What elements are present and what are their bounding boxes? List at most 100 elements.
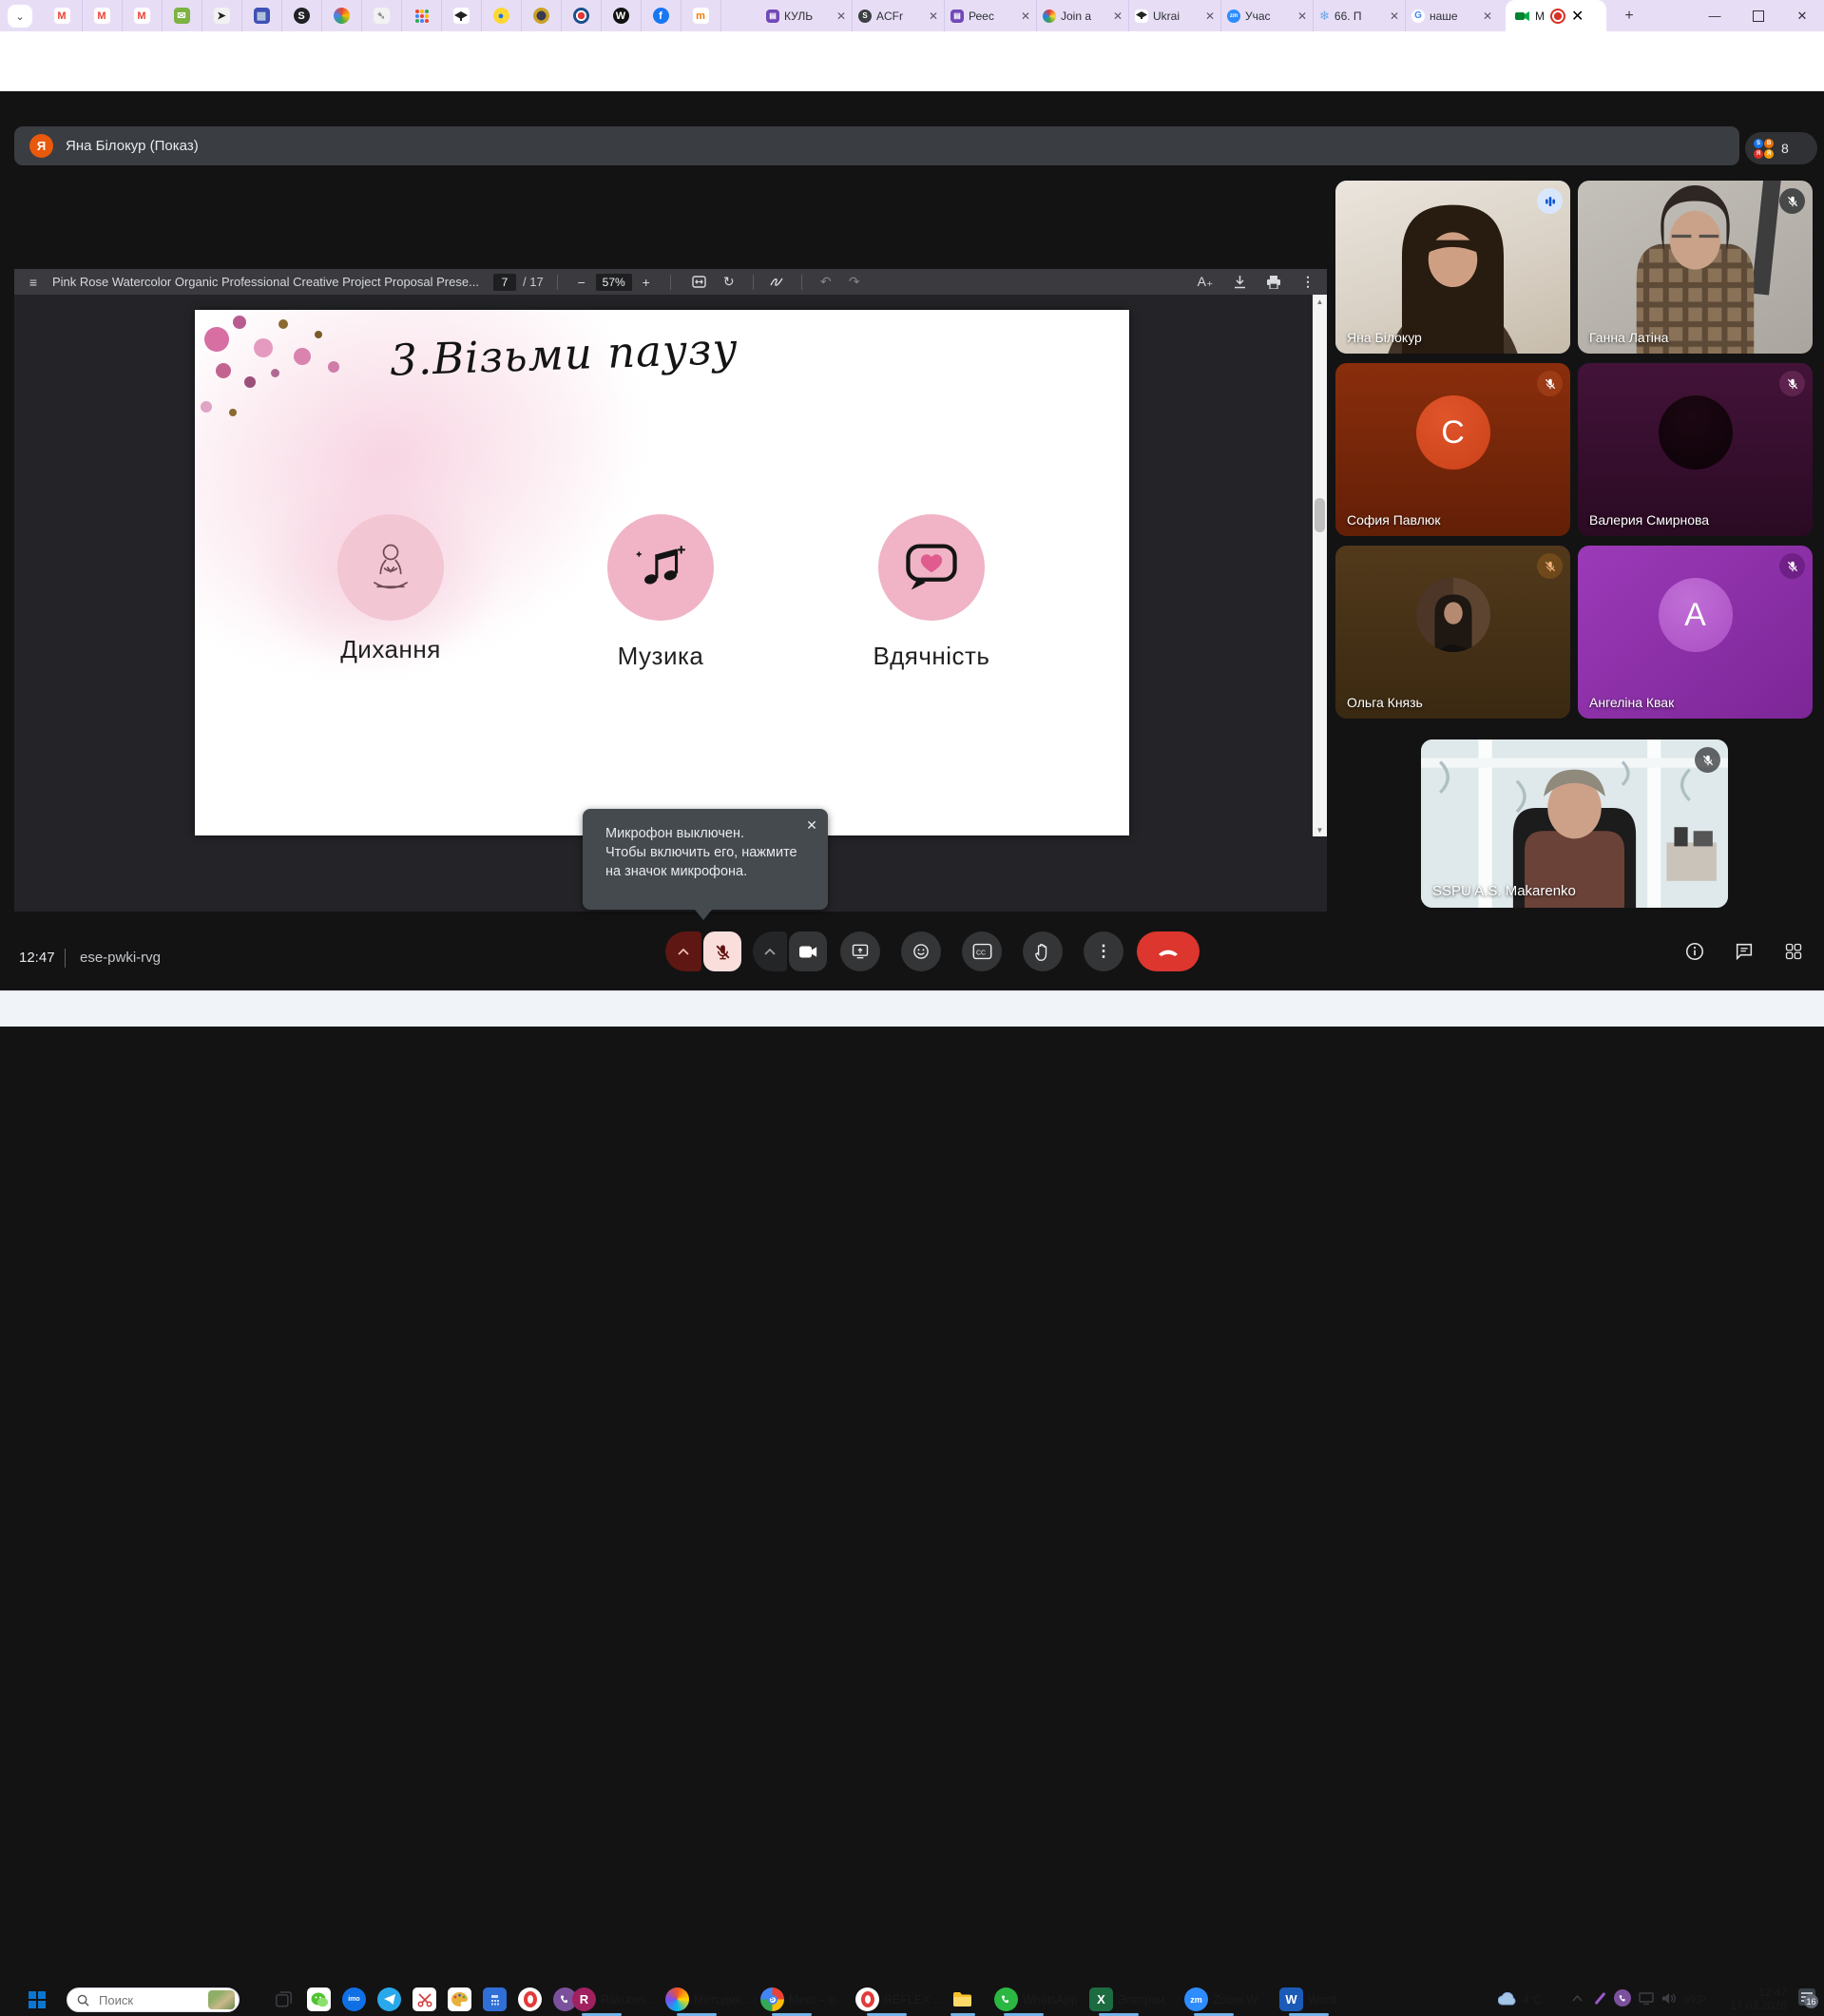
opera-icon[interactable] bbox=[518, 1987, 542, 2011]
more-options-button[interactable]: ⋮ bbox=[1084, 931, 1123, 971]
wechat-icon[interactable] bbox=[307, 1987, 331, 2011]
tooltip-close-icon[interactable]: ✕ bbox=[803, 816, 820, 834]
pinned-tab-facebook[interactable]: f bbox=[641, 0, 682, 31]
chat-button[interactable] bbox=[1732, 939, 1757, 964]
participants-count-badge[interactable]: S В Я Я 8 bbox=[1745, 132, 1817, 164]
weather-cloud-icon[interactable] bbox=[1498, 1989, 1517, 2008]
mic-toggle-button[interactable] bbox=[703, 931, 741, 971]
pinned-tab-cursor[interactable]: ➤ bbox=[202, 0, 242, 31]
zoom-out-button[interactable]: − bbox=[571, 275, 592, 290]
tray-clock[interactable]: 12:47 17.03.2026 bbox=[1722, 1986, 1787, 2012]
pinned-tab-mail[interactable]: ✉ bbox=[162, 0, 202, 31]
participant-tile-hanna[interactable]: Ганна Латіна bbox=[1578, 181, 1813, 354]
file-explorer-icon[interactable] bbox=[950, 1987, 974, 2011]
chrome-meet-icon[interactable]: S bbox=[760, 1987, 784, 2011]
raise-hand-button[interactable] bbox=[1023, 931, 1063, 971]
tab-nashe[interactable]: G наше ✕ bbox=[1406, 0, 1498, 31]
pdf-scrollbar[interactable]: ▲ ▼ bbox=[1313, 295, 1327, 836]
undo-icon[interactable]: ↶ bbox=[812, 274, 840, 290]
tab-acfr[interactable]: S ACFr ✕ bbox=[853, 0, 945, 31]
tab-close-icon[interactable]: ✕ bbox=[836, 10, 846, 23]
opera-reflex-icon[interactable] bbox=[855, 1987, 879, 2011]
start-button[interactable] bbox=[25, 1987, 48, 2011]
tab-close-icon[interactable]: ✕ bbox=[1021, 10, 1030, 23]
calculator-icon[interactable] bbox=[483, 1987, 507, 2011]
tab-ukrai[interactable]: Ukrai ✕ bbox=[1129, 0, 1221, 31]
tab-close-icon[interactable]: ✕ bbox=[1390, 10, 1399, 23]
pinned-tab-target[interactable] bbox=[561, 0, 602, 31]
participant-tile-olga[interactable]: Ольга Князь bbox=[1335, 546, 1570, 719]
add-text-icon[interactable]: A₊ bbox=[1191, 274, 1219, 290]
tab-uchas[interactable]: zm Учас ✕ bbox=[1221, 0, 1314, 31]
end-call-button[interactable] bbox=[1137, 931, 1200, 971]
zoom-icon[interactable]: zm bbox=[1184, 1987, 1208, 2011]
tab-close-icon[interactable]: ✕ bbox=[1483, 10, 1492, 23]
tab-rees[interactable]: ▤ Реес ✕ bbox=[945, 0, 1037, 31]
notification-center-button[interactable]: 16 bbox=[1798, 1988, 1818, 2008]
scroll-up-icon[interactable]: ▲ bbox=[1313, 295, 1327, 308]
task-view-button[interactable] bbox=[272, 1987, 296, 2011]
pinned-tab-app[interactable]: ▦ bbox=[241, 0, 282, 31]
excel-icon[interactable]: X bbox=[1089, 1987, 1113, 2011]
tab-search-button[interactable]: ⌄ bbox=[8, 5, 32, 28]
pinned-tab-gmail[interactable]: M bbox=[82, 0, 123, 31]
camera-toggle-button[interactable] bbox=[789, 931, 827, 971]
pdf-menu-icon[interactable]: ≡ bbox=[14, 275, 52, 290]
taskbar-app-whatsapp[interactable]: WhatsApp bbox=[1023, 1993, 1078, 2006]
participant-tile-yana[interactable]: Яна Білокур bbox=[1335, 181, 1570, 354]
scroll-down-icon[interactable]: ▼ bbox=[1313, 823, 1327, 836]
taskbar-app-word[interactable]: Word bbox=[1308, 1993, 1336, 2006]
present-button[interactable] bbox=[840, 931, 880, 971]
taskbar-app-zoom[interactable]: Zoom W... bbox=[1213, 1993, 1267, 2006]
scrollbar-thumb[interactable] bbox=[1315, 498, 1325, 532]
search-highlight-thumbnail[interactable] bbox=[208, 1990, 235, 2009]
participant-tile-sofia[interactable]: C София Павлюк bbox=[1335, 363, 1570, 536]
window-close-button[interactable]: ✕ bbox=[1780, 0, 1824, 31]
annotate-pen-icon[interactable] bbox=[763, 276, 792, 288]
pinned-tab-w[interactable]: W bbox=[601, 0, 642, 31]
taskbar-app-metodik[interactable]: Методик... bbox=[694, 1993, 751, 2006]
tray-chevron-up-icon[interactable] bbox=[1568, 1989, 1585, 2006]
participant-tile-sspu[interactable]: SSPU A.S. Makarenko bbox=[1421, 739, 1728, 908]
rakuten-icon[interactable]: R bbox=[572, 1987, 596, 2011]
word-icon[interactable]: W bbox=[1279, 1987, 1303, 2011]
tray-temperature[interactable]: 4°C bbox=[1523, 1993, 1542, 2006]
pinned-tab-feather[interactable]: ➴ bbox=[361, 0, 402, 31]
tray-network-icon[interactable] bbox=[1637, 1989, 1656, 2006]
tab-meet-active[interactable]: M ✕ bbox=[1506, 0, 1606, 31]
taskbar-search[interactable] bbox=[67, 1987, 240, 2012]
taskbar-app-excel[interactable]: Элетрон... bbox=[1118, 1993, 1174, 2006]
meeting-details-button[interactable] bbox=[1682, 939, 1707, 964]
tab-close-icon[interactable]: ✕ bbox=[1113, 10, 1123, 23]
pinned-tab-dots[interactable] bbox=[401, 0, 442, 31]
download-icon[interactable] bbox=[1225, 275, 1254, 289]
tab-kul[interactable]: ▤ КУЛЬ ✕ bbox=[760, 0, 853, 31]
camera-options-button[interactable] bbox=[753, 931, 787, 971]
paint-icon[interactable] bbox=[448, 1987, 471, 2011]
snipping-tool-icon[interactable] bbox=[413, 1987, 436, 2011]
participant-tile-valeria[interactable]: Валерия Смирнова bbox=[1578, 363, 1813, 536]
tab-join[interactable]: Join a ✕ bbox=[1037, 0, 1129, 31]
window-maximize-button[interactable] bbox=[1737, 0, 1780, 31]
taskbar-app-rakuten[interactable]: Rakuten ... bbox=[601, 1993, 658, 2006]
pinned-tab-graduation[interactable] bbox=[441, 0, 482, 31]
tab-close-icon[interactable]: ✕ bbox=[1571, 7, 1584, 26]
reactions-button[interactable] bbox=[901, 931, 941, 971]
tray-viber-icon[interactable] bbox=[1614, 1989, 1631, 2006]
mic-options-button[interactable] bbox=[665, 931, 701, 971]
tab-close-icon[interactable]: ✕ bbox=[929, 10, 938, 23]
pinned-tab-moodle[interactable]: m bbox=[681, 0, 721, 31]
pinned-tab-pin[interactable]: ● bbox=[481, 0, 522, 31]
zoom-in-button[interactable]: + bbox=[636, 275, 657, 290]
tray-language[interactable]: УКР bbox=[1684, 1993, 1706, 2006]
captions-button[interactable]: CC bbox=[962, 931, 1002, 971]
pinned-tab-gmail[interactable]: M bbox=[42, 0, 83, 31]
pinned-tab-s[interactable]: S bbox=[281, 0, 322, 31]
rotate-icon[interactable]: ↻ bbox=[715, 274, 743, 290]
tab-close-icon[interactable]: ✕ bbox=[1297, 10, 1307, 23]
fit-page-icon[interactable] bbox=[684, 276, 715, 288]
tray-volume-icon[interactable] bbox=[1660, 1989, 1679, 2006]
telegram-icon[interactable] bbox=[377, 1987, 401, 2011]
pinned-tab-emblem[interactable] bbox=[521, 0, 562, 31]
taskbar-app-meet[interactable]: Meet – e... bbox=[789, 1993, 845, 2006]
